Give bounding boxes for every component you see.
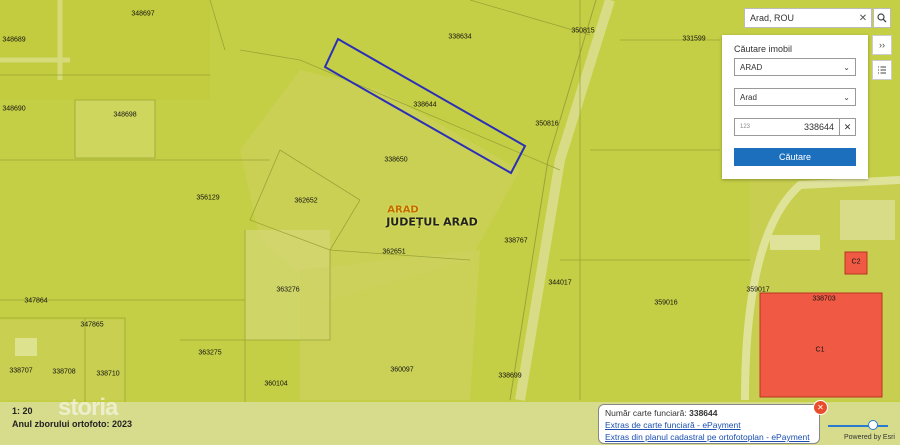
chevron-down-icon: ⌄ <box>843 92 850 102</box>
scale-text: 1: 20 <box>12 406 33 416</box>
esri-attribution: Powered by Esri <box>844 434 895 441</box>
search-button[interactable] <box>873 8 891 28</box>
close-icon: ✕ <box>817 403 824 412</box>
parcel-label: 338650 <box>384 156 408 164</box>
parcel-label: 350815 <box>571 27 595 35</box>
expand-button[interactable]: ›› <box>872 35 892 55</box>
parcel-label: 344017 <box>548 279 572 287</box>
parcel-label: 331599 <box>682 35 706 43</box>
info-popup: Număr carte funciară: 338644 Extras de c… <box>598 404 820 444</box>
close-icon: ✕ <box>843 121 852 132</box>
opacity-slider[interactable] <box>828 425 888 427</box>
number-input[interactable]: 123 338644 <box>734 118 840 136</box>
parcel-label: 362651 <box>382 248 406 256</box>
parcel-label: 356129 <box>196 194 220 202</box>
building-label: C1 <box>815 346 825 354</box>
parcel-label: 338703 <box>812 295 836 303</box>
parcel-label: 348697 <box>131 10 155 18</box>
parcel-label: 347865 <box>80 321 104 329</box>
parcel-label: 350816 <box>535 120 559 128</box>
uat-value: Arad <box>740 92 757 102</box>
uat-select[interactable]: Arad ⌄ <box>734 88 856 106</box>
parcel-label: 338708 <box>52 368 76 376</box>
ortho-year-text: Anul zborului ortofoto: 2023 <box>12 419 132 429</box>
county-value: ARAD <box>740 62 763 72</box>
parcel-label: 338710 <box>96 370 120 378</box>
search-input[interactable]: Arad, ROU ✕ <box>744 8 872 28</box>
parcel-label: 348698 <box>113 111 137 119</box>
parcel-label: 338634 <box>448 33 472 41</box>
extract-cadastral-plan-link[interactable]: Extras din planul cadastral pe ortofotop… <box>605 432 810 442</box>
popup-value: 338644 <box>689 408 718 418</box>
list-icon <box>878 66 886 74</box>
popup-label: Număr carte funciară: <box>605 408 687 418</box>
parcel-label: 338707 <box>9 367 33 375</box>
parcel-label: 363275 <box>198 349 222 357</box>
chevron-down-icon: ⌄ <box>843 62 850 72</box>
clear-search-icon[interactable]: ✕ <box>855 13 871 24</box>
parcel-label: 348689 <box>2 36 26 44</box>
parcel-label: 347864 <box>24 297 48 305</box>
parcel-label: 360097 <box>390 366 414 374</box>
search-icon <box>877 13 887 23</box>
clear-number-button[interactable]: ✕ <box>840 118 856 136</box>
number-prefix-icon: 123 <box>740 124 751 130</box>
property-search-panel: Căutare imobil ARAD ⌄ Arad ⌄ 123 338644 … <box>722 35 868 179</box>
city-label: ARAD <box>387 204 419 216</box>
parcel-label: 360104 <box>264 380 288 388</box>
parcel-label: 338699 <box>498 372 522 380</box>
parcel-label: 338767 <box>504 237 528 245</box>
parcel-label: 362652 <box>294 197 318 205</box>
search-value: Arad, ROU <box>750 13 795 23</box>
parcel-label: 359017 <box>746 286 770 294</box>
watermark-logo: storia <box>58 394 118 421</box>
building-label: C2 <box>851 258 861 266</box>
parcel-label: 363276 <box>276 286 300 294</box>
extract-land-book-link[interactable]: Extras de carte funciară - ePayment <box>605 420 741 430</box>
parcel-label: 338644 <box>413 101 437 109</box>
county-select[interactable]: ARAD ⌄ <box>734 58 856 76</box>
slider-handle[interactable] <box>868 420 878 430</box>
search-submit-button[interactable]: Căutare <box>734 148 856 166</box>
panel-title: Căutare imobil <box>734 44 793 54</box>
county-label: JUDEȚUL ARAD <box>386 215 478 229</box>
legend-button[interactable] <box>872 60 892 80</box>
number-value: 338644 <box>803 122 834 132</box>
popup-close-button[interactable]: ✕ <box>813 400 828 415</box>
parcel-label: 348690 <box>2 105 26 113</box>
parcel-label: 359016 <box>654 299 678 307</box>
double-chevron-right-icon: ›› <box>879 40 885 50</box>
